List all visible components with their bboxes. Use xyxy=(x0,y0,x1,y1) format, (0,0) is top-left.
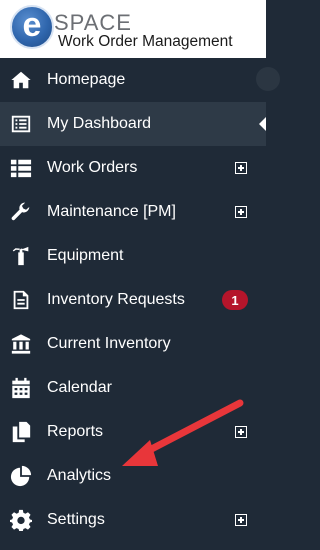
sidebar-item-maintenance[interactable]: Maintenance [PM] xyxy=(0,190,266,234)
table-icon xyxy=(9,156,33,180)
sidebar-item-label: Analytics xyxy=(47,467,112,484)
sidebar-item-current-inventory[interactable]: Current Inventory xyxy=(0,322,266,366)
sidebar-item-label: My Dashboard xyxy=(47,115,152,132)
sidebar-item-reports[interactable]: Reports xyxy=(0,410,266,454)
expand-icon[interactable] xyxy=(235,514,247,526)
sidebar-item-equipment[interactable]: Equipment xyxy=(0,234,266,278)
sidebar-item-label: Work Orders xyxy=(47,159,138,176)
wrench-icon xyxy=(9,200,33,224)
sidebar-item-analytics[interactable]: Analytics xyxy=(0,454,266,498)
sidebar-item-work-orders[interactable]: Work Orders xyxy=(0,146,266,190)
app-subtitle: Work Order Management xyxy=(58,33,233,50)
sidebar-item-label: Calendar xyxy=(47,379,112,396)
expand-icon[interactable] xyxy=(235,426,247,438)
active-indicator xyxy=(259,117,266,131)
brand-header: e SPACE Work Order Management xyxy=(0,0,266,58)
sidebar-item-label: Settings xyxy=(47,511,105,528)
sidebar-item-my-dashboard[interactable]: My Dashboard xyxy=(0,102,266,146)
sidebar-item-settings[interactable]: Settings xyxy=(0,498,266,542)
sidebar-item-label: Reports xyxy=(47,423,104,440)
building-icon xyxy=(9,332,33,356)
logo-letter: e xyxy=(22,6,42,44)
expand-icon[interactable] xyxy=(235,162,247,174)
sidebar-item-label: Homepage xyxy=(47,71,126,88)
sidebar-item-label: Current Inventory xyxy=(47,335,171,352)
pie-chart-icon xyxy=(9,464,33,488)
sidebar-item-homepage[interactable]: Homepage xyxy=(0,58,266,102)
sidebar-item-calendar[interactable]: Calendar xyxy=(0,366,266,410)
fire-extinguisher-icon xyxy=(9,244,33,268)
copy-icon xyxy=(9,420,33,444)
home-icon xyxy=(9,68,33,92)
list-icon xyxy=(9,112,33,136)
sidebar-item-label: Maintenance [PM] xyxy=(47,203,176,220)
sidebar-item-inventory-requests[interactable]: Inventory Requests 1 xyxy=(0,278,266,322)
document-icon xyxy=(9,288,33,312)
calendar-icon xyxy=(9,376,33,400)
sidebar-item-label: Inventory Requests xyxy=(47,291,185,308)
gear-icon xyxy=(9,508,33,532)
sidebar-nav: Homepage My Dashboard Work Orders Mainte… xyxy=(0,58,266,542)
expand-icon[interactable] xyxy=(235,206,247,218)
sidebar-item-label: Equipment xyxy=(47,247,124,264)
notification-badge: 1 xyxy=(222,290,248,310)
espace-logo[interactable]: e xyxy=(10,5,54,49)
